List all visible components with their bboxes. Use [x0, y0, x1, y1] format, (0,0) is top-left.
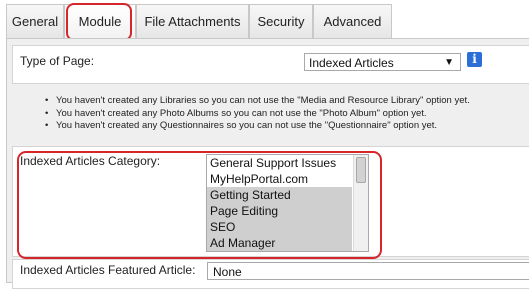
notice-questionnaires: You haven't created any Questionnaires s… — [45, 120, 470, 133]
featured-article-value: None — [213, 265, 242, 279]
category-label: Indexed Articles Category: — [20, 154, 161, 168]
category-option[interactable]: Ad Manager — [207, 235, 352, 251]
type-of-page-value: Indexed Articles — [309, 56, 394, 70]
tab-module[interactable]: Module — [64, 4, 136, 38]
category-option[interactable]: MyHelpPortal.com — [207, 171, 352, 187]
tab-file-attachments[interactable]: File Attachments — [136, 4, 249, 38]
category-option[interactable]: Page Editing — [207, 203, 352, 219]
type-of-page-select[interactable]: Indexed Articles ▼ — [304, 53, 461, 71]
category-listbox[interactable]: General Support Issues MyHelpPortal.com … — [206, 154, 369, 252]
tab-advanced[interactable]: Advanced — [313, 4, 392, 38]
notice-photo-albums: You haven't created any Photo Albums so … — [45, 108, 470, 121]
category-option[interactable]: General Support Issues — [207, 155, 352, 171]
type-of-page-label: Type of Page: — [20, 54, 95, 68]
type-of-page-row: Type of Page: Indexed Articles ▼ i — [12, 45, 529, 84]
tab-bar: General Module File Attachments Security… — [0, 0, 529, 41]
category-option[interactable]: SEO — [207, 219, 352, 235]
tab-security[interactable]: Security — [249, 4, 313, 38]
info-icon[interactable]: i — [467, 52, 482, 67]
scrollbar-thumb[interactable] — [356, 157, 366, 183]
tab-general[interactable]: General — [6, 4, 64, 38]
featured-article-select[interactable]: None — [207, 262, 529, 280]
featured-article-row: Indexed Articles Featured Article: None — [12, 259, 529, 289]
module-notices: You haven't created any Libraries so you… — [18, 84, 529, 143]
category-scrollbar[interactable] — [353, 155, 368, 251]
chevron-down-icon: ▼ — [444, 57, 454, 68]
featured-article-label: Indexed Articles Featured Article: — [20, 263, 196, 277]
notice-libraries: You haven't created any Libraries so you… — [45, 95, 470, 108]
category-option[interactable]: Getting Started — [207, 187, 352, 203]
